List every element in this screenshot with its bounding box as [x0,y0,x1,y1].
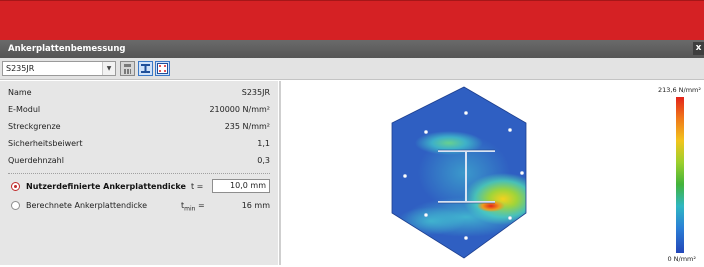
property-label: Sicherheitsbeiwert [8,139,83,148]
thickness-input[interactable]: 10,0 mm [212,179,270,193]
property-row-e-modulus: E-Modul 210000 N/mm² [8,102,270,117]
anchor-plate-fill [392,87,526,258]
min-thickness-value: 16 mm [241,201,270,210]
property-value: 0,3 [257,156,270,165]
color-scale-bar [676,97,684,253]
property-value: 235 N/mm² [224,122,270,131]
property-row-safety-factor: Sicherheitsbeiwert 1,1 [8,136,270,151]
anchor-plate-icon[interactable] [155,61,170,76]
option-custom-thickness[interactable]: Nutzerdefinierte Ankerplattendicke t = 1… [8,179,270,194]
panel-title: Ankerplattenbemessung [0,40,704,58]
close-icon[interactable]: x [693,42,704,55]
chevron-down-icon[interactable]: ▼ [102,62,115,75]
anchor-plate-glyph [157,63,168,74]
property-label: Name [8,88,32,97]
min-thickness-symbol: tmin = [181,201,205,213]
property-value: 1,1 [257,139,270,148]
properties-panel: Name S235JR E-Modul 210000 N/mm² Streckg… [0,81,278,265]
property-value: S235JR [241,88,270,97]
property-value: 210000 N/mm² [209,105,270,114]
calculator-icon[interactable] [120,61,135,76]
legend-max-label: 213,6 N/mm² [658,86,701,94]
radio-computed-thickness[interactable] [11,201,20,210]
thickness-symbol: t = [191,182,204,191]
option-computed-label: Berechnete Ankerplattendicke [26,201,148,210]
option-computed-thickness[interactable]: Berechnete Ankerplattendicke tmin = 16 m… [8,198,270,213]
property-row-yield-strength: Streckgrenze 235 N/mm² [8,119,270,134]
i-beam-glyph [141,64,150,73]
material-select[interactable]: S235JR ▼ [2,61,116,76]
app-header-bar [0,0,704,40]
property-row-poisson-ratio: Querdehnzahl 0,3 [8,153,270,168]
property-row-name: Name S235JR [8,85,270,100]
divider [8,173,270,174]
stress-plot: 213,6 N/mm² 0 N/mm² [281,81,704,265]
property-label: Querdehnzahl [8,156,64,165]
i-beam-icon[interactable] [138,61,153,76]
radio-custom-thickness[interactable] [11,182,20,191]
legend-min-label: 0 N/mm² [667,255,696,263]
stress-plot-canvas [391,86,527,259]
option-custom-label: Nutzerdefinierte Ankerplattendicke [26,182,186,191]
property-label: Streckgrenze [8,122,61,131]
material-select-value: S235JR [6,64,35,73]
property-label: E-Modul [8,105,41,114]
toolbar: S235JR ▼ [0,58,704,80]
